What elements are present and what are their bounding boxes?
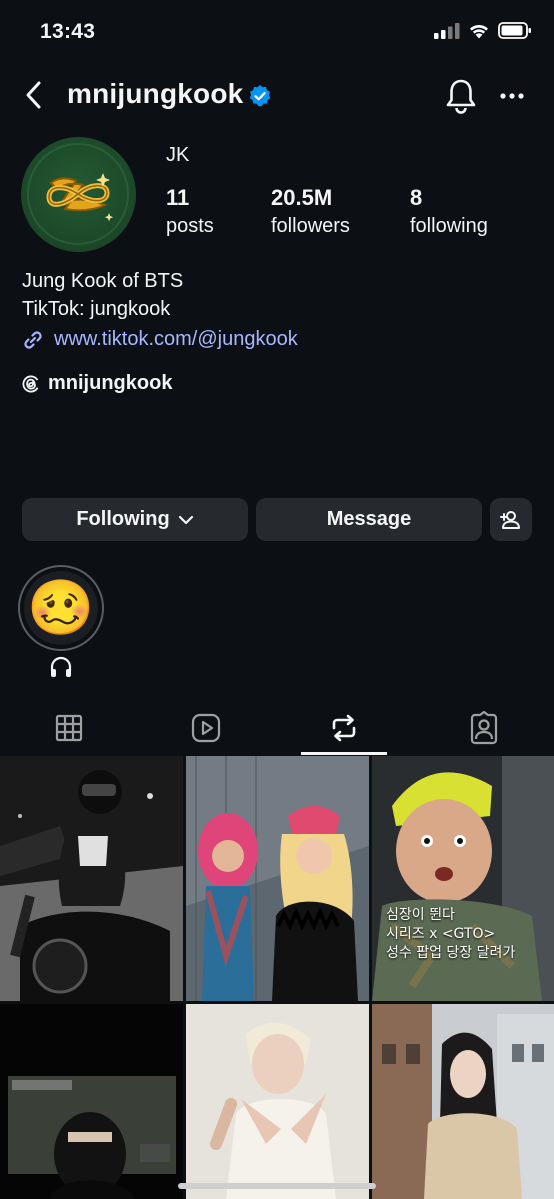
profile-bio: Jung Kook of BTS TikTok: jungkook [22,267,183,323]
followers-count: 20.5M [271,185,333,210]
bio-line: TikTok: jungkook [22,298,171,320]
posts-label: posts [166,215,214,237]
tab-reposts[interactable] [326,710,362,746]
suggested-users-button[interactable] [490,498,532,541]
post-image [0,756,183,1001]
post-image [372,1004,554,1199]
threads-handle: mnijungkook [48,372,173,394]
message-button-label: Message [326,508,412,530]
highlight-emoji: 🥴 [24,571,98,645]
following-button-label: Following [76,508,170,530]
battery-icon [498,22,531,39]
status-icons [434,22,532,39]
tab-grid[interactable] [51,710,87,746]
chevron-left-icon [26,81,41,109]
following-button[interactable]: Following [22,498,248,541]
posts-stat[interactable]: 11 posts [166,185,214,238]
profile-avatar[interactable] [21,137,136,252]
posts-count: 11 [166,185,190,210]
wifi-icon [470,24,488,38]
chevron-down-icon [178,515,193,524]
profile-tabs [0,700,554,756]
post-caption-overlay: 심장이 뛴다 시리즈 x <GTO> 성수 팝업 당장 달려가 [386,906,515,963]
headphones-icon [48,654,74,680]
message-button[interactable]: Message [256,498,482,541]
tagged-person-icon [470,710,498,745]
post-image [186,756,369,1001]
followers-label: followers [271,215,350,237]
more-options-button[interactable] [496,80,528,112]
avatar-logo-icon [27,143,129,245]
tab-reels[interactable] [188,710,224,746]
back-button[interactable] [18,78,48,112]
post-image [0,1004,183,1199]
reels-icon [191,713,221,743]
status-bar: 13:43 [0,0,554,62]
tab-tagged[interactable] [466,710,502,746]
repost-icon [332,714,356,742]
profile-header: mnijungkook [0,72,554,120]
status-time: 13:43 [40,20,96,43]
verified-badge-icon [249,85,271,107]
post-image [372,756,554,1001]
post-thumbnail[interactable] [0,756,183,1001]
post-thumbnail[interactable]: 심장이 뛴다 시리즈 x <GTO> 성수 팝업 당장 달려가 [372,756,554,1001]
post-thumbnail[interactable] [372,1004,554,1199]
story-highlight[interactable]: 🥴 [18,565,104,651]
cellular-signal-icon [434,22,460,39]
home-indicator [178,1183,376,1189]
post-thumbnail[interactable] [186,756,369,1001]
bell-icon [446,79,476,114]
following-count: 8 [410,185,423,210]
link-icon [24,330,42,349]
grid-icon [55,714,83,742]
caption-line: 시리즈 x <GTO> [386,926,496,942]
active-tab-indicator [301,752,387,755]
add-person-icon [500,510,520,529]
profile-username: mnijungkook [67,78,244,109]
post-image [186,1004,369,1199]
profile-display-name: JK [166,144,190,166]
link-url[interactable]: www.tiktok.com/@jungkook [54,328,298,351]
post-thumbnail[interactable] [186,1004,369,1199]
caption-line: 심장이 뛴다 [386,907,455,923]
bio-line: Jung Kook of BTS [22,270,184,292]
followers-stat[interactable]: 20.5M followers [271,185,350,238]
notifications-button[interactable] [444,78,478,114]
profile-link[interactable]: www.tiktok.com/@jungkook [22,328,298,351]
following-stat[interactable]: 8 following [410,185,488,238]
ellipsis-icon [500,93,524,99]
following-label: following [410,215,488,237]
caption-line: 성수 팝업 당장 달려가 [386,945,516,961]
threads-icon [22,375,40,392]
threads-badge[interactable]: mnijungkook [22,372,172,395]
post-thumbnail[interactable] [0,1004,183,1199]
